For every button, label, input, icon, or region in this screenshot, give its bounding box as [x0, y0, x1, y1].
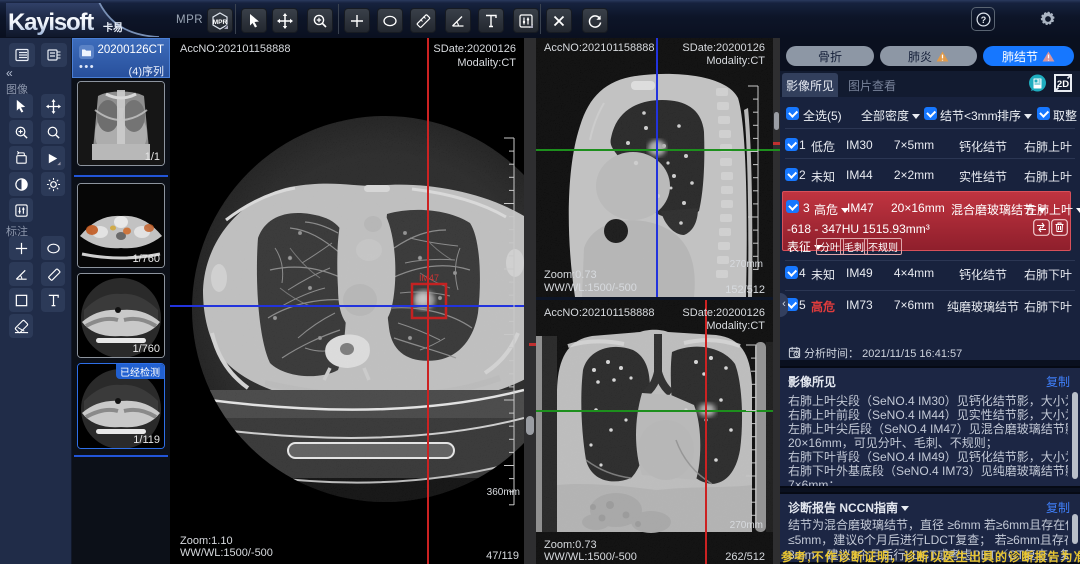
svg-text:卡易: 卡易 — [103, 21, 123, 34]
svg-text:Kayisoft: Kayisoft — [8, 9, 94, 36]
svg-text:MPR: MPR — [213, 19, 228, 26]
svg-text:?: ? — [980, 15, 986, 25]
